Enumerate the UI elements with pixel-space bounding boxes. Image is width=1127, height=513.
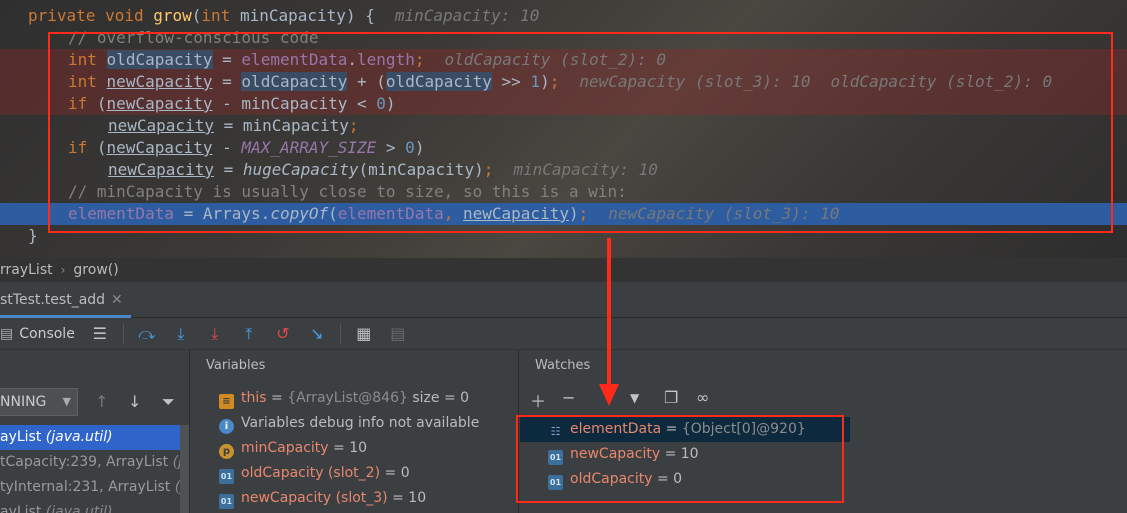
chevron-down-icon: ▼ (62, 395, 71, 408)
breadcrumb-class[interactable]: rrayList (0, 262, 53, 278)
filter-icon[interactable]: ⏷ (162, 392, 175, 412)
variable-extra: size = 0 (412, 390, 470, 406)
console-icon: ▤ (0, 325, 14, 342)
local-variable-icon: 01 (219, 469, 234, 484)
toolbar-divider (339, 323, 341, 344)
variables-panel: Variables ≡ this = {ArrayList@846} size =… (191, 350, 519, 513)
frame-package: (java.util) (45, 504, 113, 513)
move-down-icon[interactable]: ▼ (630, 391, 639, 405)
kw-int: int (201, 6, 231, 25)
console-tab-label: Console (19, 325, 75, 342)
variable-value: 10 (408, 490, 427, 506)
frame-item[interactable]: tyInternal:231, ArrayList (java (0, 475, 189, 500)
close-brace: } (28, 226, 38, 245)
variable-value: 10 (349, 440, 368, 456)
breadcrumb: rrayList › grow() (0, 258, 1127, 282)
chevron-right-icon: › (60, 263, 66, 277)
frame-package: (java.util) (45, 429, 113, 445)
inline-hint: minCapacity: 10 (394, 6, 540, 25)
frame-item[interactable]: ayList (java.util) (0, 500, 189, 513)
variable-object: {ArrayList@846} (287, 390, 408, 406)
field-icon: ≡ (219, 394, 234, 409)
thread-select[interactable]: NNING ▼ (0, 388, 78, 416)
frames-panel: NNING ▼ ↑ ↓ ⏷ ayList (java.util) tCapacit… (0, 350, 190, 513)
variable-name: oldCapacity (slot_2) (241, 465, 381, 481)
info-text: Variables debug info not available (241, 415, 480, 431)
debug-tab-bar: stTest.test_add ✕ (0, 282, 1127, 318)
variable-row[interactable]: 01 oldCapacity (slot_2) = 0 (219, 461, 410, 486)
variable-row[interactable]: p minCapacity = 10 (219, 436, 367, 461)
drop-frame-icon[interactable]: ↺ (272, 323, 294, 345)
param-name: minCapacity (239, 6, 346, 25)
frame-name: tyInternal:231, ArrayList (0, 479, 171, 495)
variables-title: Variables (206, 358, 266, 373)
annotation-arrow-shaft (607, 238, 611, 386)
kw-private: private (28, 6, 96, 25)
remove-watch-icon[interactable]: − (562, 388, 575, 407)
frame-name: tCapacity:239, ArrayList (0, 454, 169, 470)
step-into-icon[interactable]: ⤓ (170, 323, 192, 345)
force-step-into-icon[interactable]: ⤓ (204, 323, 226, 345)
toolbar-divider (122, 323, 124, 344)
add-watch-icon[interactable]: ＋ (530, 388, 546, 412)
glasses-icon[interactable]: ∞ (696, 388, 709, 407)
close-icon[interactable]: ✕ (111, 292, 123, 308)
debug-session-tab[interactable]: stTest.test_add ✕ (0, 288, 131, 318)
info-icon: i (219, 419, 234, 434)
frame-item[interactable]: ayList (java.util) (0, 425, 189, 450)
step-over-icon[interactable]: ⤼ (136, 323, 158, 345)
variable-row-info: i Variables debug info not available (219, 411, 479, 436)
debug-tab-label: stTest.test_add (0, 292, 106, 308)
breadcrumb-method[interactable]: grow() (73, 262, 118, 278)
arrow-down-icon[interactable]: ↓ (128, 392, 141, 411)
variable-name: newCapacity (slot_3) (241, 490, 388, 506)
frames-scrollbar[interactable] (180, 425, 189, 513)
annotation-box-code (48, 32, 1113, 233)
kw-void: void (105, 6, 144, 25)
variable-value: 0 (400, 465, 410, 481)
frames-toolbar: NNING ▼ ↑ ↓ ⏷ (0, 388, 189, 418)
annotation-arrow-head (599, 384, 619, 406)
variable-row-this[interactable]: ≡ this = {ArrayList@846} size = 0 (219, 386, 469, 411)
frame-name: ayList (0, 504, 42, 513)
variable-name: this (241, 390, 267, 406)
console-tab[interactable]: ▤ Console (0, 326, 75, 342)
frame-item[interactable]: tCapacity:239, ArrayList (java (0, 450, 189, 475)
step-out-icon[interactable]: ⤒ (238, 323, 260, 345)
code-line-signature[interactable]: private void grow(int minCapacity) {minC… (0, 5, 1127, 27)
method-name: grow (153, 6, 192, 25)
menu-icon[interactable]: ☰ (89, 323, 111, 345)
annotation-box-watches (516, 415, 844, 503)
watches-title: Watches (535, 358, 591, 373)
copy-icon[interactable]: ❐ (664, 388, 678, 407)
debug-toolbar: ▤ Console ☰ ⤼ ⤓ ⤓ ⤒ ↺ ↘ ▦ ▤ (0, 318, 1127, 350)
variable-name: minCapacity (241, 440, 329, 456)
arrow-up-icon[interactable]: ↑ (95, 392, 108, 411)
run-to-cursor-icon[interactable]: ↘ (306, 323, 328, 345)
thread-status: NNING (0, 394, 47, 410)
parameter-icon: p (219, 444, 234, 459)
trace-icon[interactable]: ▤ (387, 323, 409, 345)
variable-row[interactable]: 01 newCapacity (slot_3) = 10 (219, 486, 426, 511)
frame-name: ayList (0, 429, 42, 445)
local-variable-icon: 01 (219, 494, 234, 509)
evaluate-expression-icon[interactable]: ▦ (353, 323, 375, 345)
